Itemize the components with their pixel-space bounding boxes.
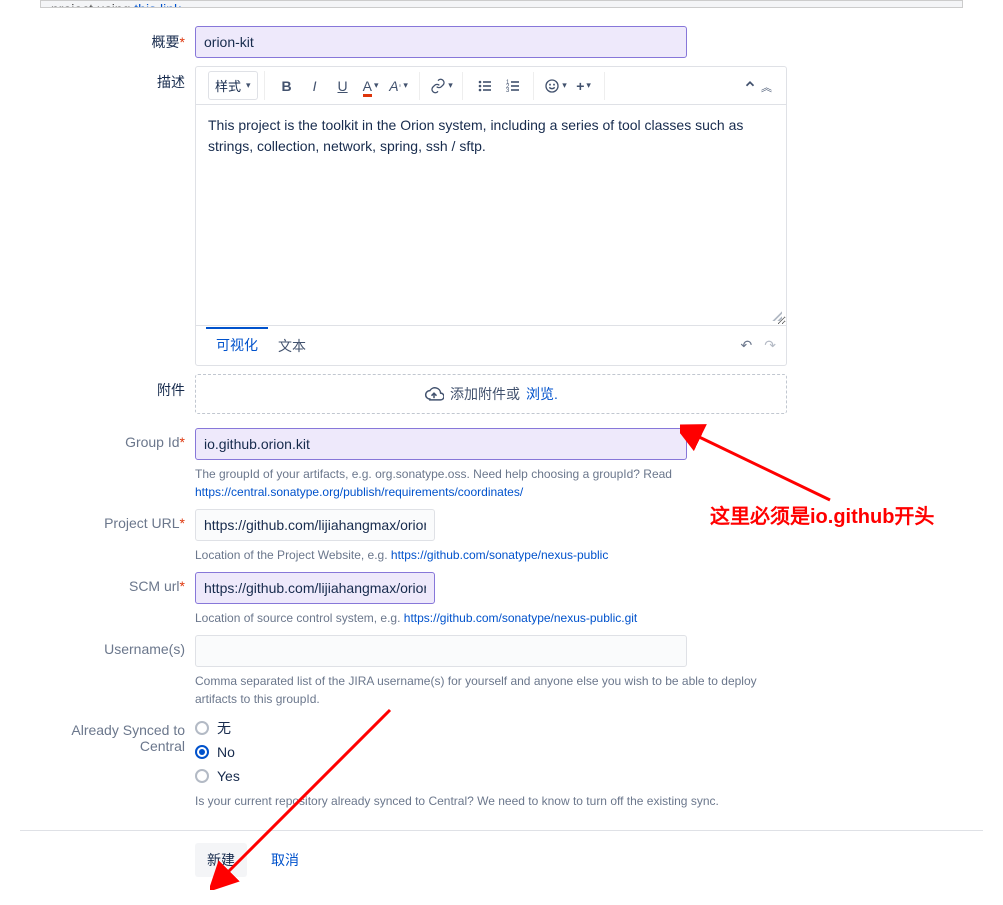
- bold-button[interactable]: B: [273, 72, 301, 100]
- usernames-input[interactable]: [195, 635, 687, 667]
- scm-url-input[interactable]: [195, 572, 435, 604]
- label-group-id: Group Id*: [40, 428, 195, 501]
- label-scm-url: SCM url*: [40, 572, 195, 627]
- radio-no[interactable]: No: [195, 740, 800, 764]
- group-id-input[interactable]: [195, 428, 687, 460]
- create-button[interactable]: 新建: [195, 843, 247, 877]
- annotation-text: 这里必须是io.github开头: [710, 500, 934, 529]
- group-id-hint: The groupId of your artifacts, e.g. org.…: [195, 465, 800, 501]
- attach-browse-link[interactable]: 浏览.: [526, 384, 558, 404]
- label-already-synced: Already Synced to Central: [40, 716, 195, 810]
- editor-footer: 可视化 文本 ↶ ↷: [196, 325, 786, 365]
- cloud-upload-icon: [424, 384, 444, 404]
- radio-icon: [195, 721, 209, 735]
- notice-text: project using: [51, 1, 130, 8]
- tab-visual[interactable]: 可视化: [206, 327, 268, 363]
- scm-example-link[interactable]: https://github.com/sonatype/nexus-public…: [404, 611, 637, 625]
- cancel-button[interactable]: 取消: [259, 843, 311, 877]
- bullet-list-button[interactable]: [471, 72, 499, 100]
- scm-url-hint: Location of source control system, e.g. …: [195, 609, 800, 627]
- clear-format-button[interactable]: A◦▾: [385, 72, 413, 100]
- collapse-toolbar-button[interactable]: ︽: [743, 77, 780, 95]
- radio-yes[interactable]: Yes: [195, 764, 800, 788]
- label-attachment: 附件: [40, 374, 195, 414]
- project-url-input[interactable]: [195, 509, 435, 541]
- radio-none[interactable]: 无: [195, 716, 800, 740]
- editor-toolbar: 样式▾ B I U A▾ A◦▾: [196, 67, 786, 105]
- synced-hint: Is your current repository already synce…: [195, 792, 775, 810]
- label-summary: 概要*: [40, 26, 195, 58]
- svg-text:3: 3: [506, 88, 510, 94]
- label-project-url: Project URL*: [40, 509, 195, 564]
- style-dropdown[interactable]: 样式▾: [208, 71, 258, 100]
- usernames-hint: Comma separated list of the JIRA usernam…: [195, 672, 775, 708]
- attach-text: 添加附件或: [450, 384, 520, 404]
- radio-icon: [195, 745, 209, 759]
- undo-button[interactable]: ↶: [741, 337, 753, 354]
- project-url-example-link[interactable]: https://github.com/sonatype/nexus-public: [391, 548, 608, 562]
- label-description: 描述: [40, 66, 195, 366]
- insert-more-button[interactable]: +▾: [570, 72, 598, 100]
- emoji-button[interactable]: ▾: [542, 72, 570, 100]
- group-id-help-link[interactable]: https://central.sonatype.org/publish/req…: [195, 485, 523, 499]
- link-button[interactable]: ▾: [428, 72, 456, 100]
- project-url-hint: Location of the Project Website, e.g. ht…: [195, 546, 800, 564]
- rich-text-editor: 样式▾ B I U A▾ A◦▾: [195, 66, 787, 366]
- notice-link[interactable]: this link.: [134, 1, 185, 8]
- italic-button[interactable]: I: [301, 72, 329, 100]
- tab-text[interactable]: 文本: [268, 328, 316, 364]
- underline-button[interactable]: U: [329, 72, 357, 100]
- redo-button[interactable]: ↷: [764, 337, 776, 354]
- attachment-dropzone[interactable]: 添加附件或 浏览.: [195, 374, 787, 414]
- summary-input[interactable]: [195, 26, 687, 58]
- text-color-button[interactable]: A▾: [357, 72, 385, 100]
- resize-handle[interactable]: [770, 309, 782, 321]
- radio-icon: [195, 769, 209, 783]
- notice-banner: project using this link.: [40, 0, 963, 8]
- label-usernames: Username(s): [40, 635, 195, 708]
- description-textarea[interactable]: This project is the toolkit in the Orion…: [196, 105, 786, 325]
- ordered-list-button[interactable]: 123: [499, 72, 527, 100]
